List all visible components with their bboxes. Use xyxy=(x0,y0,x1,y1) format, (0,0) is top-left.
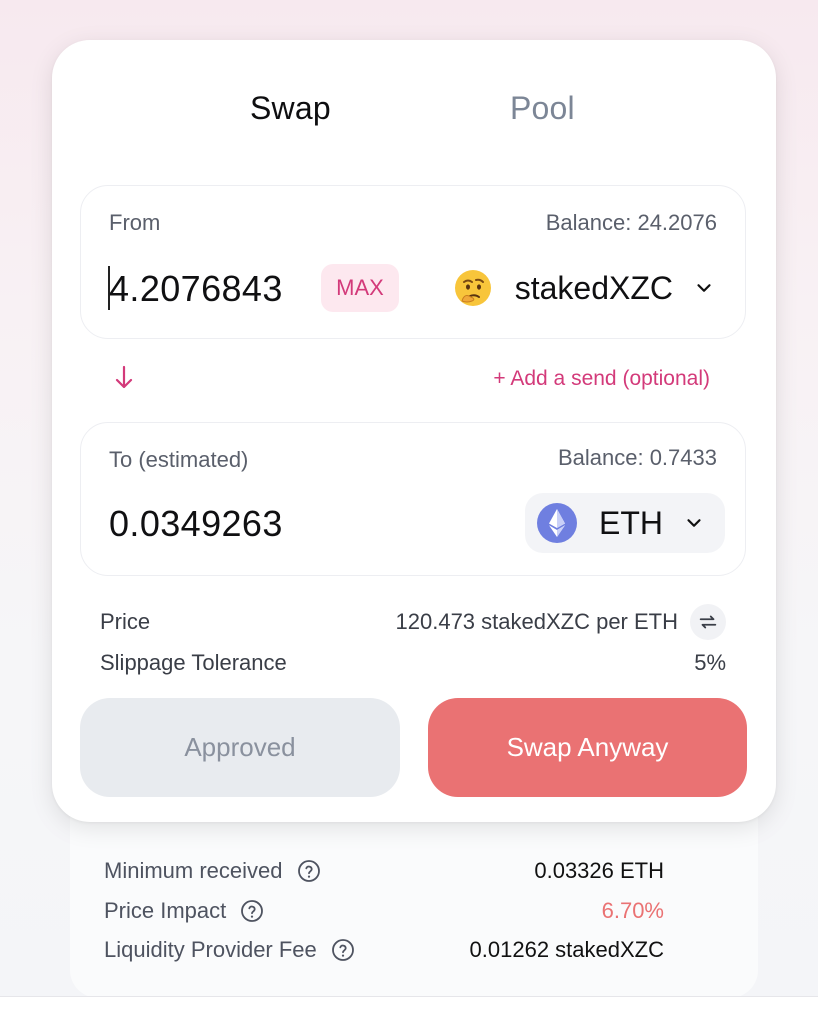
from-token-name: stakedXZC xyxy=(514,269,673,306)
price-impact-row: Price Impact xyxy=(104,898,264,924)
liquidity-provider-fee-row: Liquidity Provider Fee xyxy=(104,937,355,963)
price-impact-value: 6.70% xyxy=(601,898,664,923)
from-balance: Balance: 24.2076 xyxy=(545,210,717,235)
help-icon[interactable] xyxy=(240,899,264,923)
approved-button[interactable]: Approved xyxy=(80,698,400,797)
add-send-link[interactable]: + Add a send (optional) xyxy=(493,367,710,391)
arrow-down-icon[interactable] xyxy=(112,364,136,392)
to-label: To (estimated) xyxy=(109,447,249,472)
from-token-select[interactable]: stakedXZC xyxy=(453,259,715,317)
from-label: From xyxy=(109,210,161,235)
from-panel: From Balance: 24.2076 4.2076843 MAX stak… xyxy=(80,185,746,339)
slippage-label: Slippage Tolerance xyxy=(100,650,287,675)
slippage-value: 5% xyxy=(694,650,726,675)
liquidity-provider-fee-value: 0.01262 stakedXZC xyxy=(469,937,664,962)
minimum-received-row: Minimum received xyxy=(104,858,321,884)
chevron-down-icon xyxy=(687,519,701,527)
invert-price-button[interactable] xyxy=(690,604,726,640)
price-label: Price xyxy=(100,609,151,634)
to-token-name: ETH xyxy=(599,504,663,541)
tab-pool[interactable]: Pool xyxy=(510,90,575,127)
to-amount-input[interactable]: 0.0349263 xyxy=(109,503,283,545)
liquidity-provider-fee-label: Liquidity Provider Fee xyxy=(104,937,317,962)
from-amount-input[interactable]: 4.2076843 xyxy=(109,268,283,310)
to-balance: Balance: 0.7433 xyxy=(557,445,717,470)
help-icon[interactable] xyxy=(297,859,321,883)
help-icon[interactable] xyxy=(331,938,355,962)
max-button[interactable]: MAX xyxy=(321,264,399,312)
to-panel: To (estimated) Balance: 0.7433 0.0349263… xyxy=(80,422,746,576)
minimum-received-label: Minimum received xyxy=(104,858,283,883)
tab-swap[interactable]: Swap xyxy=(250,90,331,127)
swap-anyway-button[interactable]: Swap Anyway xyxy=(428,698,747,797)
minimum-received-value: 0.03326 ETH xyxy=(534,858,664,883)
price-impact-label: Price Impact xyxy=(104,898,227,923)
price-value: 120.473 stakedXZC per ETH xyxy=(395,609,678,634)
thinking-face-icon xyxy=(454,270,491,306)
to-token-select[interactable]: ETH xyxy=(525,493,725,553)
bottom-edge xyxy=(0,996,818,1024)
swap-arrows-icon xyxy=(699,615,717,629)
chevron-down-icon xyxy=(697,284,711,292)
ethereum-icon xyxy=(537,503,577,543)
